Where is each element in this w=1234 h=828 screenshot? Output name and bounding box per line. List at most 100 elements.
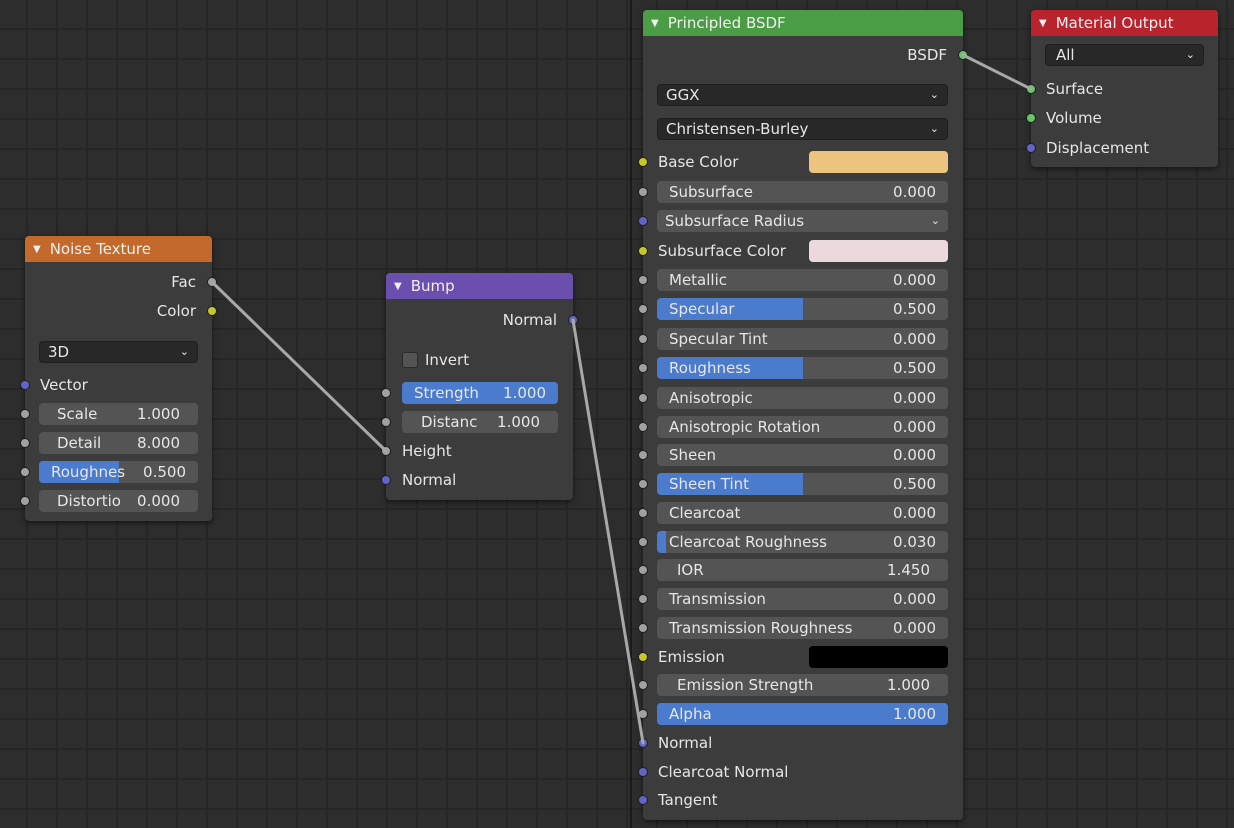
anisotropic-field[interactable]: Anisotropic 0.000 xyxy=(657,387,948,409)
collapse-triangle-icon[interactable]: ▼ xyxy=(1039,18,1047,29)
distortion-field[interactable]: Distortio 0.000 xyxy=(39,490,198,512)
transmission-roughness-input-socket[interactable] xyxy=(638,623,648,633)
principled-bsdf-node[interactable]: ▼ Principled BSDF BSDF GGX ⌄ Christensen… xyxy=(638,10,968,820)
noise-texture-header[interactable]: ▼ Noise Texture xyxy=(25,236,212,262)
chevron-down-icon: ⌄ xyxy=(929,88,939,101)
viewport-axis-line xyxy=(630,0,632,828)
detail-field[interactable]: Detail 8.000 xyxy=(39,432,198,454)
emission-strength-input-socket[interactable] xyxy=(638,680,648,690)
normal-output-socket[interactable] xyxy=(568,315,578,325)
collapse-triangle-icon[interactable]: ▼ xyxy=(651,18,659,29)
ior-field[interactable]: IOR 1.450 xyxy=(657,559,948,581)
vector-input-socket[interactable] xyxy=(20,380,30,390)
anisotropic-rotation-input-socket[interactable] xyxy=(638,422,648,432)
clearcoat-input-socket[interactable] xyxy=(638,508,648,518)
emission-input-socket[interactable] xyxy=(638,652,648,662)
metallic-field[interactable]: Metallic 0.000 xyxy=(657,269,948,291)
distortion-input-socket[interactable] xyxy=(20,496,30,506)
clearcoat-roughness-input-socket[interactable] xyxy=(638,537,648,547)
principled-bsdf-header[interactable]: ▼ Principled BSDF xyxy=(643,10,963,36)
strength-slider[interactable]: Strength 1.000 xyxy=(402,382,558,404)
subsurface-color-swatch[interactable] xyxy=(809,240,948,262)
specular-input-socket[interactable] xyxy=(638,304,648,314)
specular-tint-field[interactable]: Specular Tint 0.000 xyxy=(657,328,948,350)
base-color-swatch[interactable] xyxy=(809,151,948,173)
material-output-node[interactable]: ▼ Material Output All ⌄ Surface Volume D… xyxy=(1026,10,1218,167)
tangent-input-socket[interactable] xyxy=(638,795,648,805)
color-output-socket[interactable] xyxy=(207,306,217,316)
roughness-input-socket[interactable] xyxy=(638,363,648,373)
sheen-input-socket[interactable] xyxy=(638,450,648,460)
output-normal-label: Normal xyxy=(502,311,557,329)
transmission-input-socket[interactable] xyxy=(638,594,648,604)
invert-label: Invert xyxy=(425,351,470,369)
displacement-label: Displacement xyxy=(1046,139,1150,157)
clearcoat-roughness-slider[interactable]: Clearcoat Roughness 0.030 xyxy=(657,531,948,553)
metallic-input-socket[interactable] xyxy=(638,275,648,285)
base-color-input-socket[interactable] xyxy=(638,157,648,167)
collapse-triangle-icon[interactable]: ▼ xyxy=(33,244,41,255)
distance-field[interactable]: Distanc 1.000 xyxy=(402,411,558,433)
tangent-label: Tangent xyxy=(658,791,718,809)
alpha-input-socket[interactable] xyxy=(638,709,648,719)
output-fac-label: Fac xyxy=(171,273,196,291)
scale-input-socket[interactable] xyxy=(20,409,30,419)
chevron-down-icon: ⌄ xyxy=(1185,48,1195,61)
emission-strength-field[interactable]: Emission Strength 1.000 xyxy=(657,674,948,696)
roughness-input-socket[interactable] xyxy=(20,467,30,477)
clearcoat-normal-input-socket[interactable] xyxy=(638,767,648,777)
noise-texture-node[interactable]: ▼ Noise Texture Fac Color 3D ⌄ Vector Sc… xyxy=(20,236,217,521)
distribution-dropdown[interactable]: GGX ⌄ xyxy=(657,84,948,106)
displacement-input-socket[interactable] xyxy=(1026,143,1036,153)
transmission-roughness-field[interactable]: Transmission Roughness 0.000 xyxy=(657,617,948,639)
surface-input-socket[interactable] xyxy=(1026,84,1036,94)
subsurface-radius-dropdown[interactable]: Subsurface Radius ⌄ xyxy=(657,210,948,232)
height-input-socket[interactable] xyxy=(381,446,391,456)
target-dropdown[interactable]: All ⌄ xyxy=(1045,44,1204,66)
node-title: Noise Texture xyxy=(49,240,151,258)
roughness-slider[interactable]: Roughnes 0.500 xyxy=(39,461,198,483)
subsurface-field[interactable]: Subsurface 0.000 xyxy=(657,181,948,203)
subsurface-input-socket[interactable] xyxy=(638,187,648,197)
sheen-tint-slider[interactable]: Sheen Tint 0.500 xyxy=(657,473,948,495)
bsdf-output-socket[interactable] xyxy=(958,50,968,60)
subsurface-color-input-socket[interactable] xyxy=(638,246,648,256)
invert-checkbox[interactable] xyxy=(402,352,418,368)
node-title: Bump xyxy=(410,277,455,295)
specular-slider[interactable]: Specular 0.500 xyxy=(657,298,948,320)
sheen-field[interactable]: Sheen 0.000 xyxy=(657,444,948,466)
ior-input-socket[interactable] xyxy=(638,565,648,575)
link-bump-normal-to-bsdf-normal[interactable] xyxy=(571,318,645,745)
collapse-triangle-icon[interactable]: ▼ xyxy=(394,281,402,292)
dimensions-dropdown[interactable]: 3D ⌄ xyxy=(39,341,198,363)
subsurface-radius-input-socket[interactable] xyxy=(638,216,648,226)
slider-fill xyxy=(657,531,666,553)
normal-input-socket[interactable] xyxy=(638,738,648,748)
roughness-slider[interactable]: Roughness 0.500 xyxy=(657,357,948,379)
specular-tint-input-socket[interactable] xyxy=(638,334,648,344)
scale-field[interactable]: Scale 1.000 xyxy=(39,403,198,425)
input-vector-label: Vector xyxy=(40,376,88,394)
subsurface-method-dropdown[interactable]: Christensen-Burley ⌄ xyxy=(657,118,948,140)
alpha-slider[interactable]: Alpha 1.000 xyxy=(657,703,948,725)
bump-node[interactable]: ▼ Bump Normal Invert Strength 1.000 Dist… xyxy=(381,273,578,500)
sheen-tint-input-socket[interactable] xyxy=(638,479,648,489)
detail-input-socket[interactable] xyxy=(20,438,30,448)
volume-label: Volume xyxy=(1046,109,1102,127)
distance-input-socket[interactable] xyxy=(381,417,391,427)
anisotropic-rotation-field[interactable]: Anisotropic Rotation 0.000 xyxy=(657,416,948,438)
anisotropic-input-socket[interactable] xyxy=(638,393,648,403)
material-output-header[interactable]: ▼ Material Output xyxy=(1031,10,1218,36)
chevron-down-icon: ⌄ xyxy=(930,214,940,227)
bump-header[interactable]: ▼ Bump xyxy=(386,273,573,299)
emission-color-swatch[interactable] xyxy=(809,646,948,668)
transmission-field[interactable]: Transmission 0.000 xyxy=(657,588,948,610)
fac-output-socket[interactable] xyxy=(207,277,217,287)
strength-input-socket[interactable] xyxy=(381,388,391,398)
volume-input-socket[interactable] xyxy=(1026,113,1036,123)
clearcoat-field[interactable]: Clearcoat 0.000 xyxy=(657,502,948,524)
input-height-label: Height xyxy=(402,442,452,460)
normal-input-socket[interactable] xyxy=(381,475,391,485)
link-bsdf-to-surface[interactable] xyxy=(961,53,1033,91)
link-fac-to-height[interactable] xyxy=(210,280,388,453)
